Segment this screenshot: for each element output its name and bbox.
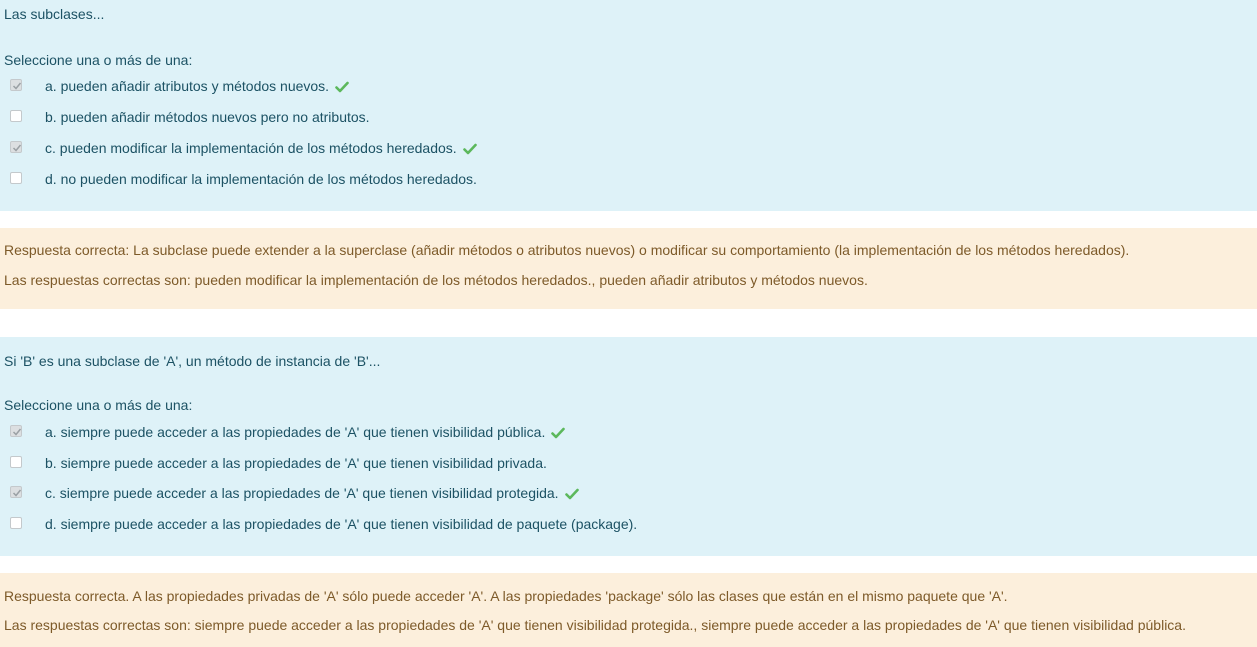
right-answer: Las respuestas correctas son: pueden mod… [4, 272, 868, 288]
checkbox-option-b[interactable] [10, 456, 22, 468]
check-mark-icon [551, 423, 566, 445]
checkbox-option-b[interactable] [10, 110, 22, 122]
checkbox-option-a[interactable] [10, 425, 22, 437]
option-label: d. no pueden modificar la implementación… [45, 171, 477, 187]
general-feedback: Respuesta correcta. A las propiedades pr… [4, 588, 1008, 604]
question-1: Las subclases... Seleccione una o más de… [0, 0, 1257, 211]
checkbox-checked-icon [12, 144, 22, 152]
option-label: c. pueden modificar la implementación de… [45, 140, 457, 156]
question-2: Si 'B' es una subclase de 'A', un método… [0, 337, 1257, 556]
option-label: a. pueden añadir atributos y métodos nue… [45, 78, 330, 94]
checkbox-checked-icon [12, 489, 22, 497]
option-label: b. siempre puede acceder a las propiedad… [45, 455, 547, 471]
option-label: c. siempre puede acceder a las propiedad… [45, 485, 559, 501]
check-mark-icon [564, 484, 579, 506]
checkbox-option-a[interactable] [10, 79, 22, 91]
option-label: a. siempre puede acceder a las propiedad… [45, 424, 546, 440]
checkbox-option-d[interactable] [10, 517, 22, 529]
right-answer: Las respuestas correctas son: siempre pu… [4, 617, 1186, 633]
question-text: Si 'B' es una subclase de 'A', un método… [4, 353, 381, 369]
general-feedback: Respuesta correcta: La subclase puede ex… [4, 242, 1130, 258]
check-mark-icon [462, 139, 477, 161]
checkbox-checked-icon [12, 428, 22, 436]
feedback-2: Respuesta correcta. A las propiedades pr… [0, 573, 1257, 647]
checkbox-checked-icon [12, 82, 22, 90]
feedback-1: Respuesta correcta: La subclase puede ex… [0, 228, 1257, 309]
question-text: Las subclases... [4, 6, 105, 22]
answer-prompt: Seleccione una o más de una: [4, 397, 193, 413]
check-mark-icon [335, 77, 349, 99]
checkbox-option-c[interactable] [10, 141, 22, 153]
answer-prompt: Seleccione una o más de una: [4, 52, 193, 68]
option-label: d. siempre puede acceder a las propiedad… [45, 516, 638, 532]
checkbox-option-c[interactable] [10, 486, 22, 498]
checkbox-option-d[interactable] [10, 172, 22, 184]
option-label: b. pueden añadir métodos nuevos pero no … [45, 109, 370, 125]
